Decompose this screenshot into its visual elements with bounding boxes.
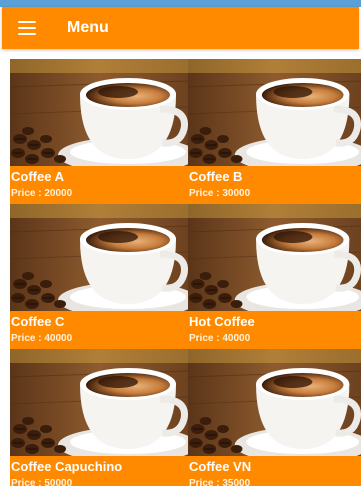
coffee-cup-photo (10, 204, 188, 311)
product-card[interactable]: Coffee Capuchino Price : 50000 (10, 349, 188, 486)
product-caption: Coffee B Price : 30000 (188, 166, 361, 204)
product-price: Price : 35000 (189, 478, 251, 486)
coffee-cup-photo (10, 59, 188, 166)
product-name: Coffee Capuchino (11, 459, 123, 474)
coffee-cup-photo (188, 204, 361, 311)
product-name: Coffee A (11, 169, 64, 184)
product-price: Price : 50000 (11, 478, 73, 486)
product-caption: Hot Coffee Price : 40000 (188, 311, 361, 349)
product-price: Price : 40000 (11, 333, 73, 344)
coffee-cup-photo (188, 59, 361, 166)
coffee-cup-photo (188, 349, 361, 456)
product-card[interactable]: Hot Coffee Price : 40000 (188, 204, 361, 349)
product-caption: Coffee Capuchino Price : 50000 (10, 456, 188, 486)
product-price: Price : 20000 (11, 188, 73, 199)
product-caption: Coffee A Price : 20000 (10, 166, 188, 204)
product-caption: Coffee VN Price : 35000 (188, 456, 361, 486)
product-caption: Coffee C Price : 40000 (10, 311, 188, 349)
app-bar: Menu (2, 7, 359, 49)
product-card[interactable]: Coffee C Price : 40000 (10, 204, 188, 349)
product-grid: Coffee A Price : 20000 Coffee B Price: … (10, 59, 361, 486)
product-price: Price : 40000 (189, 333, 251, 344)
product-card[interactable]: Coffee VN Price : 35000 (188, 349, 361, 486)
hamburger-menu-icon[interactable] (18, 21, 36, 35)
product-name: Hot Coffee (189, 314, 255, 329)
product-name: Coffee C (11, 314, 65, 329)
product-price: Price : 30000 (189, 188, 251, 199)
coffee-cup-photo (10, 349, 188, 456)
product-name: Coffee VN (189, 459, 252, 474)
page-title: Menu (67, 19, 109, 36)
product-card[interactable]: Coffee A Price : 20000 (10, 59, 188, 204)
product-name: Coffee B (189, 169, 243, 184)
product-card[interactable]: Coffee B Price : 30000 (188, 59, 361, 204)
status-strip (0, 0, 361, 7)
